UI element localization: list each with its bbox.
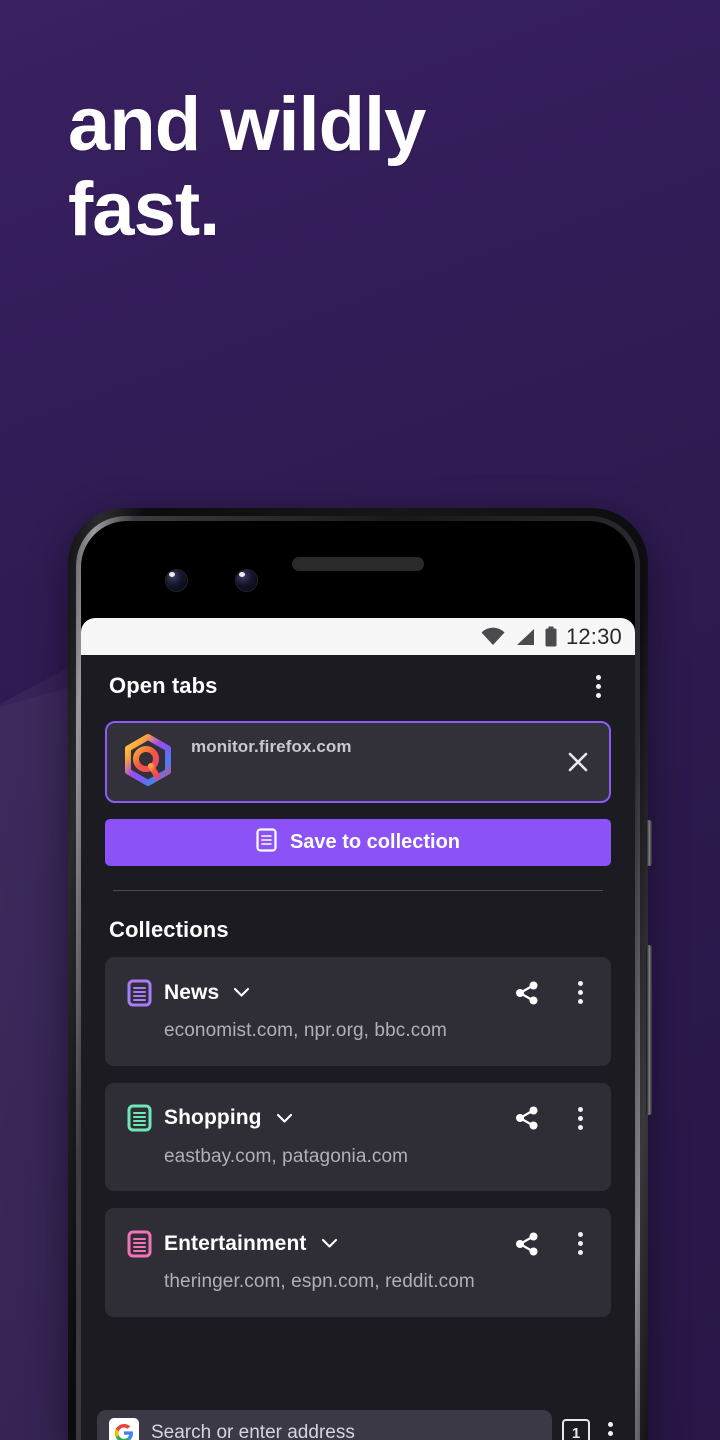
phone-mockup: 12:30 Open tabs monitor.firefox.com Save…: [68, 508, 652, 1440]
collection-urls: economist.com, npr.org, bbc.com: [164, 1020, 447, 1041]
google-icon: [109, 1418, 139, 1440]
page-title: Open tabs: [109, 673, 218, 698]
collection-icon: [127, 1230, 152, 1258]
chevron-down-icon[interactable]: [321, 1238, 338, 1249]
header-kebab-menu-icon[interactable]: [588, 669, 609, 704]
toolbar-kebab-menu-icon[interactable]: [600, 1416, 621, 1440]
status-bar: 12:30: [81, 618, 635, 655]
power-button[interactable]: [646, 820, 652, 866]
collection-header: News: [127, 975, 591, 1010]
collections-list: News economist.com, npr.org, bbc.com Sho…: [81, 957, 635, 1317]
collection-icon: [256, 828, 277, 857]
volume-button[interactable]: [646, 945, 652, 1115]
share-icon[interactable]: [508, 1227, 546, 1261]
front-camera-icon: [166, 570, 187, 591]
collection-name: Shopping: [164, 1106, 262, 1130]
save-to-collection-label: Save to collection: [289, 831, 461, 853]
phone-bezel: 12:30 Open tabs monitor.firefox.com Save…: [81, 521, 635, 1440]
collection-name: Entertainment: [164, 1231, 307, 1255]
promo-headline: and wildly fast.: [68, 82, 668, 252]
collection-card-news[interactable]: News economist.com, npr.org, bbc.com: [105, 957, 611, 1066]
collection-kebab-menu-icon[interactable]: [570, 1101, 591, 1136]
close-icon[interactable]: [561, 745, 595, 779]
headline-line-1: and wildly: [68, 82, 426, 167]
section-divider: [113, 890, 603, 891]
share-icon[interactable]: [508, 976, 546, 1010]
save-to-collection-button[interactable]: Save to collection: [105, 819, 611, 866]
earpiece-speaker: [292, 557, 424, 571]
collection-card-entertainment[interactable]: Entertainment theringer.com, espn.com, r…: [105, 1208, 611, 1317]
open-tab-card[interactable]: monitor.firefox.com: [105, 721, 611, 803]
status-bar-time: 12:30: [565, 623, 622, 649]
firefox-monitor-logo-icon: [117, 731, 179, 793]
search-input[interactable]: Search or enter address: [97, 1410, 552, 1440]
collection-card-shopping[interactable]: Shopping eastbay.com, patagonia.com: [105, 1082, 611, 1192]
share-icon[interactable]: [508, 1101, 546, 1135]
collection-name: News: [164, 980, 220, 1004]
collections-heading: Collections: [109, 917, 229, 942]
search-placeholder-text: Search or enter address: [151, 1422, 355, 1440]
collection-kebab-menu-icon[interactable]: [570, 1226, 591, 1261]
collection-urls: eastbay.com, patagonia.com: [164, 1145, 409, 1167]
cellular-signal-icon: [514, 627, 536, 647]
browser-bottom-toolbar: Search or enter address 1: [81, 1402, 635, 1440]
front-camera-secondary-icon: [236, 570, 257, 591]
collection-urls: theringer.com, espn.com, reddit.com: [164, 1271, 475, 1293]
app-header: Open tabs: [81, 655, 635, 717]
headline-line-2: fast.: [68, 167, 220, 253]
open-tab-title: monitor.firefox.com: [191, 737, 352, 756]
wifi-icon: [480, 627, 506, 647]
collection-header: Entertainment: [127, 1226, 591, 1261]
collection-icon: [127, 1104, 152, 1132]
battery-icon: [544, 626, 558, 648]
chevron-down-icon[interactable]: [276, 1113, 293, 1124]
collection-header: Shopping: [127, 1101, 591, 1136]
chevron-down-icon[interactable]: [233, 987, 250, 998]
phone-screen: 12:30 Open tabs monitor.firefox.com Save…: [81, 618, 635, 1440]
collection-kebab-menu-icon[interactable]: [570, 975, 591, 1010]
collection-icon: [127, 979, 152, 1007]
tab-counter-button[interactable]: 1: [562, 1419, 590, 1440]
